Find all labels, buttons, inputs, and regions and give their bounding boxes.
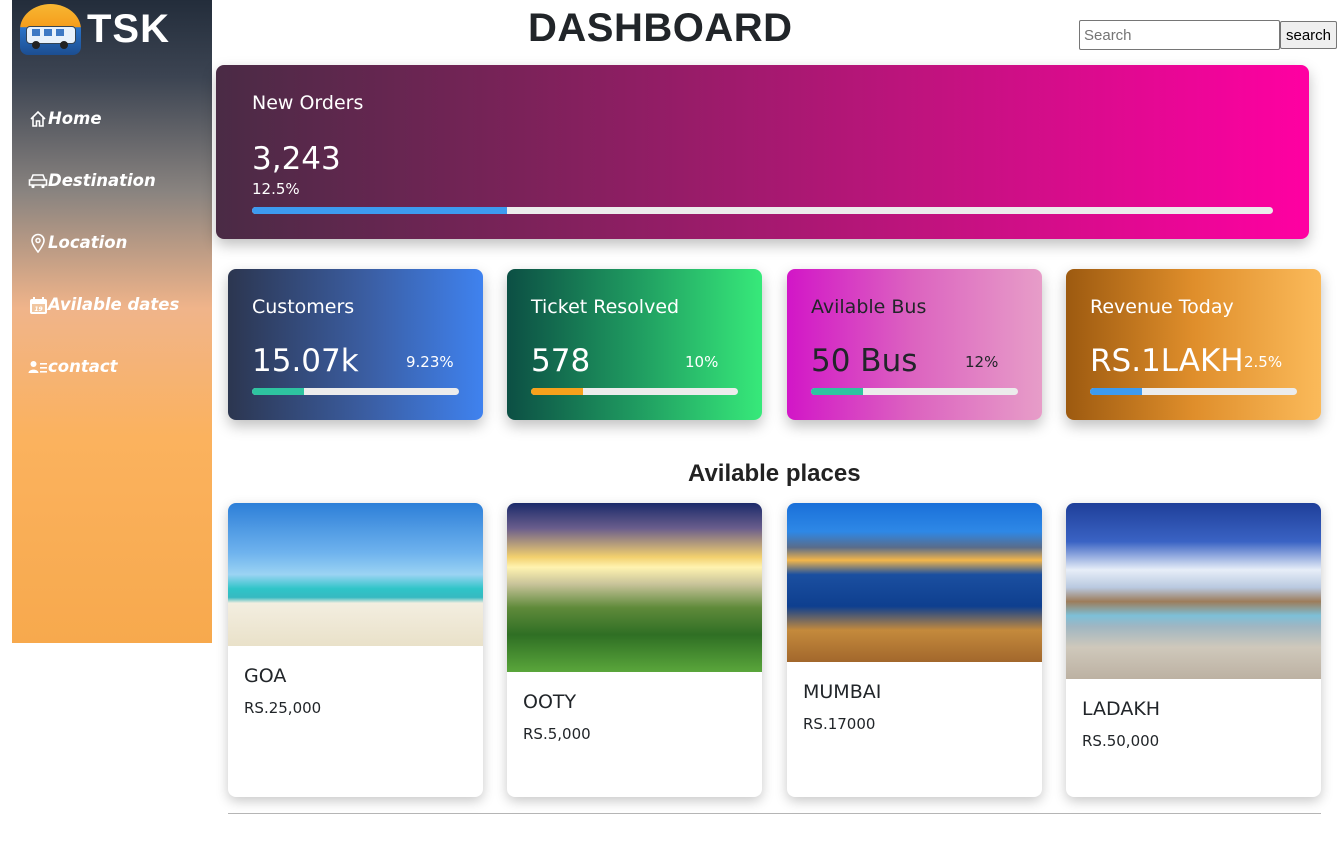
card-percent: 10% (685, 353, 719, 371)
search-input[interactable] (1079, 20, 1280, 50)
mumbai-skyline-image (787, 503, 1042, 662)
progress-bar (252, 207, 1273, 214)
brand-name: TSK (87, 6, 170, 51)
place-card-ooty[interactable]: OOTY RS.5,000 (507, 503, 762, 797)
card-percent: 12.5% (252, 180, 300, 198)
goa-beach-image (228, 503, 483, 646)
place-price: RS.25,000 (244, 699, 322, 717)
place-name: GOA (244, 665, 287, 687)
card-value: 578 (531, 343, 591, 379)
card-percent: 2.5% (1244, 353, 1283, 371)
sidebar-nav: Home Destination Location 19 Avilable da… (28, 88, 212, 398)
sidebar: TSK Home Destination Location 19 Avilabl… (12, 0, 212, 643)
progress-fill (811, 388, 863, 395)
place-card-mumbai[interactable]: MUMBAI RS.17000 (787, 503, 1042, 797)
progress-bar (531, 388, 738, 395)
progress-fill (252, 388, 304, 395)
place-name: OOTY (523, 691, 577, 713)
card-value: 15.07k (252, 343, 359, 379)
card-label: Revenue Today (1090, 296, 1234, 318)
search-button[interactable]: search (1280, 21, 1337, 49)
new-orders-card: New Orders 3,243 12.5% (216, 65, 1309, 239)
sidebar-item-label: Avilable dates (48, 295, 180, 314)
card-label: Avilable Bus (811, 296, 927, 318)
location-pin-icon (28, 232, 48, 254)
calendar-icon: 19 (28, 294, 48, 316)
card-value: 3,243 (252, 141, 341, 177)
place-price: RS.5,000 (523, 725, 591, 743)
ladakh-lake-image (1066, 503, 1321, 679)
sidebar-item-label: Destination (48, 171, 156, 190)
progress-fill (531, 388, 583, 395)
divider (228, 813, 1321, 814)
customers-card: Customers 15.07k 9.23% (228, 269, 483, 420)
card-label: Ticket Resolved (531, 296, 680, 318)
progress-bar (1090, 388, 1297, 395)
contact-card-icon (28, 356, 48, 378)
sidebar-item-destination[interactable]: Destination (28, 150, 212, 212)
progress-fill (1090, 388, 1142, 395)
place-card-goa[interactable]: GOA RS.25,000 (228, 503, 483, 797)
sidebar-item-contact[interactable]: contact (28, 336, 212, 398)
page-title: DASHBOARD (528, 6, 793, 50)
home-icon (28, 108, 48, 130)
progress-bar (811, 388, 1018, 395)
place-price: RS.50,000 (1082, 732, 1160, 750)
place-name: MUMBAI (803, 681, 882, 703)
revenue-today-card: Revenue Today RS.1LAKH 2.5% (1066, 269, 1321, 420)
svg-text:19: 19 (34, 306, 42, 313)
card-percent: 12% (965, 353, 999, 371)
sidebar-item-label: Home (48, 109, 102, 128)
bus-logo-icon (20, 3, 81, 55)
card-value: RS.1LAKH (1090, 343, 1244, 379)
place-name: LADAKH (1082, 698, 1161, 720)
progress-bar (252, 388, 459, 395)
card-value: 50 Bus (811, 343, 918, 379)
sidebar-item-location[interactable]: Location (28, 212, 212, 274)
available-bus-card: Avilable Bus 50 Bus 12% (787, 269, 1042, 420)
places-heading: Avilable places (688, 460, 861, 487)
sidebar-item-label: contact (48, 357, 118, 376)
progress-fill (252, 207, 508, 214)
ooty-hills-image (507, 503, 762, 672)
card-percent: 9.23% (406, 353, 454, 371)
card-label: New Orders (252, 92, 364, 114)
sidebar-item-dates[interactable]: 19 Avilable dates (28, 274, 212, 336)
ticket-resolved-card: Ticket Resolved 578 10% (507, 269, 762, 420)
car-icon (28, 170, 48, 192)
place-price: RS.17000 (803, 715, 876, 733)
card-label: Customers (252, 296, 355, 318)
sidebar-item-label: Location (48, 233, 128, 252)
sidebar-item-home[interactable]: Home (28, 88, 212, 150)
place-card-ladakh[interactable]: LADAKH RS.50,000 (1066, 503, 1321, 797)
brand[interactable]: TSK (20, 3, 170, 55)
